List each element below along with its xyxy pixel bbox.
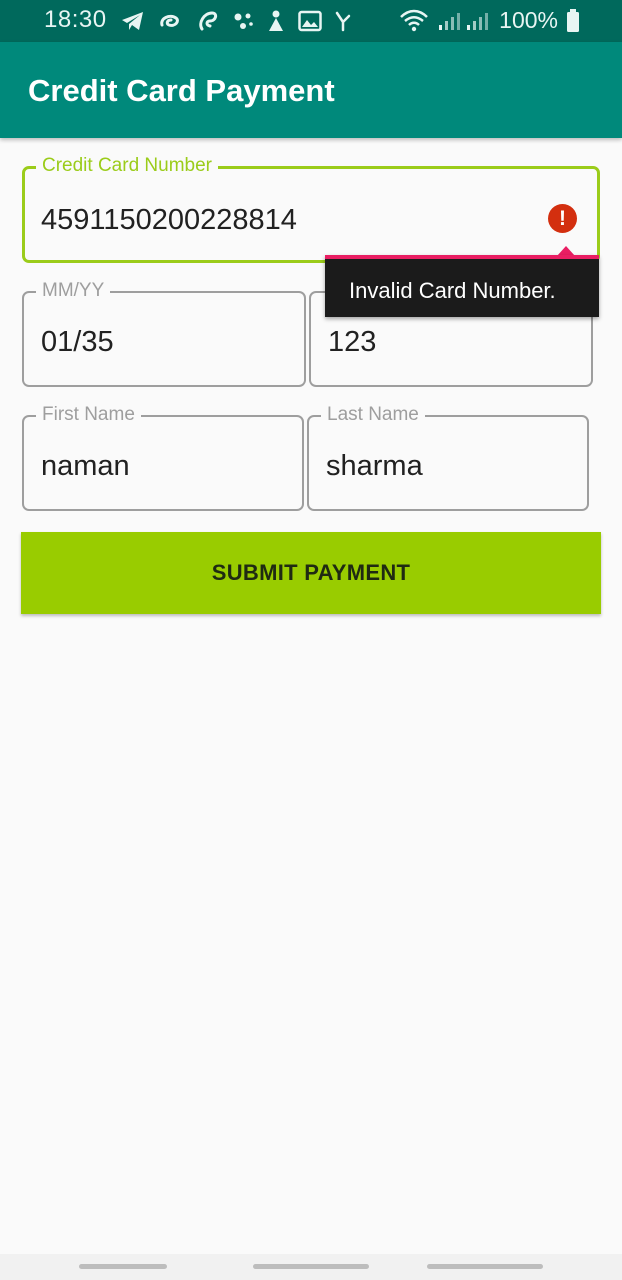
cvv-input[interactable]: 123 (328, 325, 376, 359)
submit-payment-button[interactable]: SUBMIT PAYMENT (21, 532, 601, 614)
status-time: 18:30 (44, 6, 107, 33)
last-name-field[interactable]: Last Name sharma (307, 404, 589, 511)
status-bar: 18:30 100% (0, 0, 622, 42)
expiry-field[interactable]: MM/YY 01/35 (22, 280, 306, 387)
swirl-icon (196, 9, 220, 33)
expiry-label: MM/YY (36, 280, 111, 302)
navigation-bar (0, 1254, 622, 1280)
error-icon: ! (548, 204, 577, 233)
error-tooltip: Invalid Card Number. (325, 255, 599, 317)
card-number-label: Credit Card Number (36, 155, 218, 177)
figure-icon (266, 9, 286, 33)
first-name-label: First Name (36, 404, 141, 426)
notification-icons (120, 8, 352, 34)
home-nav-button[interactable] (253, 1264, 369, 1269)
recents-nav-button[interactable] (79, 1264, 167, 1269)
wifi-icon (399, 9, 429, 33)
last-name-label: Last Name (321, 404, 425, 426)
expiry-input[interactable]: 01/35 (41, 325, 114, 359)
missed-call-icon (334, 10, 352, 32)
card-number-field[interactable]: Credit Card Number 4591150200228814 ! (22, 155, 600, 263)
battery-icon (566, 8, 580, 33)
signal-icon (437, 10, 491, 32)
telegram-icon (120, 10, 146, 32)
gallery-icon (298, 10, 322, 32)
last-name-input[interactable]: sharma (326, 449, 423, 483)
error-message: Invalid Card Number. (349, 278, 556, 303)
airtel-icon (158, 10, 184, 32)
status-right: 100% (399, 7, 580, 34)
page-title: Credit Card Payment (28, 73, 335, 108)
app-bar: Credit Card Payment (0, 42, 622, 138)
first-name-field[interactable]: First Name naman (22, 404, 304, 511)
battery-percent: 100% (499, 7, 558, 33)
dots-icon (232, 10, 254, 32)
first-name-input[interactable]: naman (41, 449, 130, 483)
card-number-input[interactable]: 4591150200228814 (41, 203, 297, 237)
back-nav-button[interactable] (427, 1264, 543, 1269)
